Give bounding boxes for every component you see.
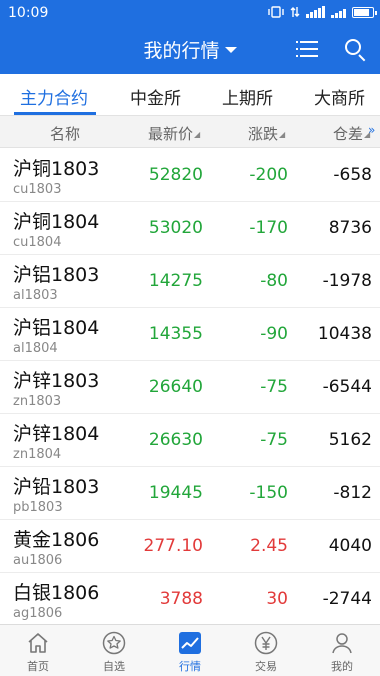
vibrate-icon [268, 6, 284, 18]
nav-home-label: 首页 [27, 660, 49, 673]
latest-price: 26640 [148, 377, 203, 397]
position-change: -6544 [322, 377, 372, 397]
latest-price: 3788 [159, 589, 203, 609]
price-change: 30 [266, 589, 288, 609]
quote-row[interactable]: 沪锌1804 zn1804 26630 -75 5162 [0, 414, 380, 467]
data-transfer-icon [290, 7, 300, 17]
latest-price: 277.10 [143, 536, 203, 556]
status-bar: 10:09 [0, 0, 380, 26]
column-name: 名称 [50, 125, 81, 143]
position-change: 4040 [328, 536, 372, 556]
quote-row[interactable]: 沪铝1803 al1803 14275 -80 -1978 [0, 255, 380, 308]
title-dropdown[interactable]: 我的行情 [0, 36, 380, 63]
price-change: -170 [249, 218, 288, 238]
title-bar: 我的行情 [0, 28, 380, 72]
quote-row[interactable]: 沪铜1803 cu1803 52820 -200 -658 [0, 149, 380, 202]
nav-watchlist-label: 自选 [103, 660, 125, 673]
battery-icon [352, 6, 377, 18]
nav-trade[interactable]: 交易 [228, 625, 304, 676]
price-change: -80 [260, 271, 288, 291]
contract-code: al1804 [13, 341, 58, 356]
latest-price: 53020 [148, 218, 203, 238]
contract-name: 黄金1806 [13, 529, 100, 551]
price-change: -75 [260, 430, 288, 450]
position-change: 10438 [317, 324, 372, 344]
contract-code: cu1804 [13, 235, 62, 250]
contract-name: 沪铝1803 [13, 264, 100, 286]
column-change[interactable]: 涨跌 ◢ [248, 123, 285, 144]
latest-price: 19445 [148, 483, 203, 503]
exchange-tabs: 主力合约 中金所 上期所 大商所 [0, 74, 380, 116]
column-header: 名称 最新价 ◢ 涨跌 ◢ 仓差 ◢ » [0, 116, 380, 148]
position-change: -2744 [322, 589, 372, 609]
column-position[interactable]: 仓差 ◢ [333, 123, 370, 144]
contract-name: 沪铜1803 [13, 158, 100, 180]
contract-code: cu1803 [13, 182, 62, 197]
contract-code: pb1803 [13, 500, 63, 515]
home-icon [28, 633, 48, 653]
contract-name: 沪锌1803 [13, 370, 100, 392]
contract-name: 白银1806 [13, 582, 100, 604]
contract-code: ag1806 [13, 606, 63, 621]
tab-shfe[interactable]: 上期所 [222, 84, 273, 109]
list-menu-icon[interactable] [296, 40, 318, 58]
latest-price: 14355 [148, 324, 203, 344]
quote-row[interactable]: 黄金1806 au1806 277.10 2.45 4040 [0, 520, 380, 573]
position-change: -658 [333, 165, 372, 185]
caret-down-icon [224, 47, 237, 53]
contract-code: au1806 [13, 553, 63, 568]
active-tab-indicator [14, 112, 96, 115]
price-change: -150 [249, 483, 288, 503]
quote-row[interactable]: 白银1806 ag1806 3788 30 -2744 [0, 573, 380, 626]
app-header: 10:09 我的行情 [0, 0, 380, 74]
contract-code: zn1803 [13, 394, 62, 409]
nav-trade-label: 交易 [255, 660, 277, 673]
position-change: -1978 [322, 271, 372, 291]
latest-price: 14275 [148, 271, 203, 291]
status-time: 10:09 [8, 5, 49, 21]
nav-watchlist[interactable]: 自选 [76, 625, 152, 676]
contract-name: 沪铝1804 [13, 317, 100, 339]
tab-cffex[interactable]: 中金所 [130, 84, 181, 109]
contract-code: al1803 [13, 288, 58, 303]
latest-price: 26630 [148, 430, 203, 450]
nav-home[interactable]: 首页 [0, 625, 76, 676]
price-change: -75 [260, 377, 288, 397]
nav-quotes-label: 行情 [179, 660, 201, 673]
quote-row[interactable]: 沪铅1803 pb1803 19445 -150 -812 [0, 467, 380, 520]
search-icon[interactable] [345, 39, 367, 62]
sort-icon: ◢ [194, 130, 201, 139]
person-icon [332, 633, 352, 654]
nav-profile[interactable]: 我的 [304, 625, 380, 676]
contract-name: 沪铅1803 [13, 476, 100, 498]
price-change: 2.45 [250, 536, 288, 556]
nav-quotes[interactable]: 行情 [152, 625, 228, 676]
nav-profile-label: 我的 [331, 660, 353, 673]
contract-name: 沪锌1804 [13, 423, 100, 445]
price-change: -200 [249, 165, 288, 185]
signal-icon [306, 6, 325, 18]
chart-icon [179, 632, 201, 654]
page-title: 我的行情 [143, 40, 220, 62]
contract-code: zn1804 [13, 447, 62, 462]
quote-row[interactable]: 沪铝1804 al1804 14355 -90 10438 [0, 308, 380, 361]
position-change: 5162 [328, 430, 372, 450]
quote-row[interactable]: 沪铜1804 cu1804 53020 -170 8736 [0, 202, 380, 255]
yen-icon [254, 631, 278, 655]
star-icon [102, 631, 126, 655]
more-columns-icon[interactable]: » [368, 123, 375, 137]
position-change: -812 [333, 483, 372, 503]
price-change: -90 [260, 324, 288, 344]
sort-icon: ◢ [279, 130, 286, 139]
tab-main-contracts[interactable]: 主力合约 [20, 84, 88, 109]
position-change: 8736 [328, 218, 372, 238]
signal-icon-2 [331, 6, 346, 18]
latest-price: 52820 [148, 165, 203, 185]
status-icons [268, 6, 377, 18]
column-price[interactable]: 最新价 ◢ [148, 123, 200, 144]
contract-name: 沪铜1804 [13, 211, 100, 233]
bottom-nav: 首页 自选 行情 交易 我的 [0, 624, 380, 676]
quote-row[interactable]: 沪锌1803 zn1803 26640 -75 -6544 [0, 361, 380, 414]
tab-dce[interactable]: 大商所 [314, 84, 365, 109]
